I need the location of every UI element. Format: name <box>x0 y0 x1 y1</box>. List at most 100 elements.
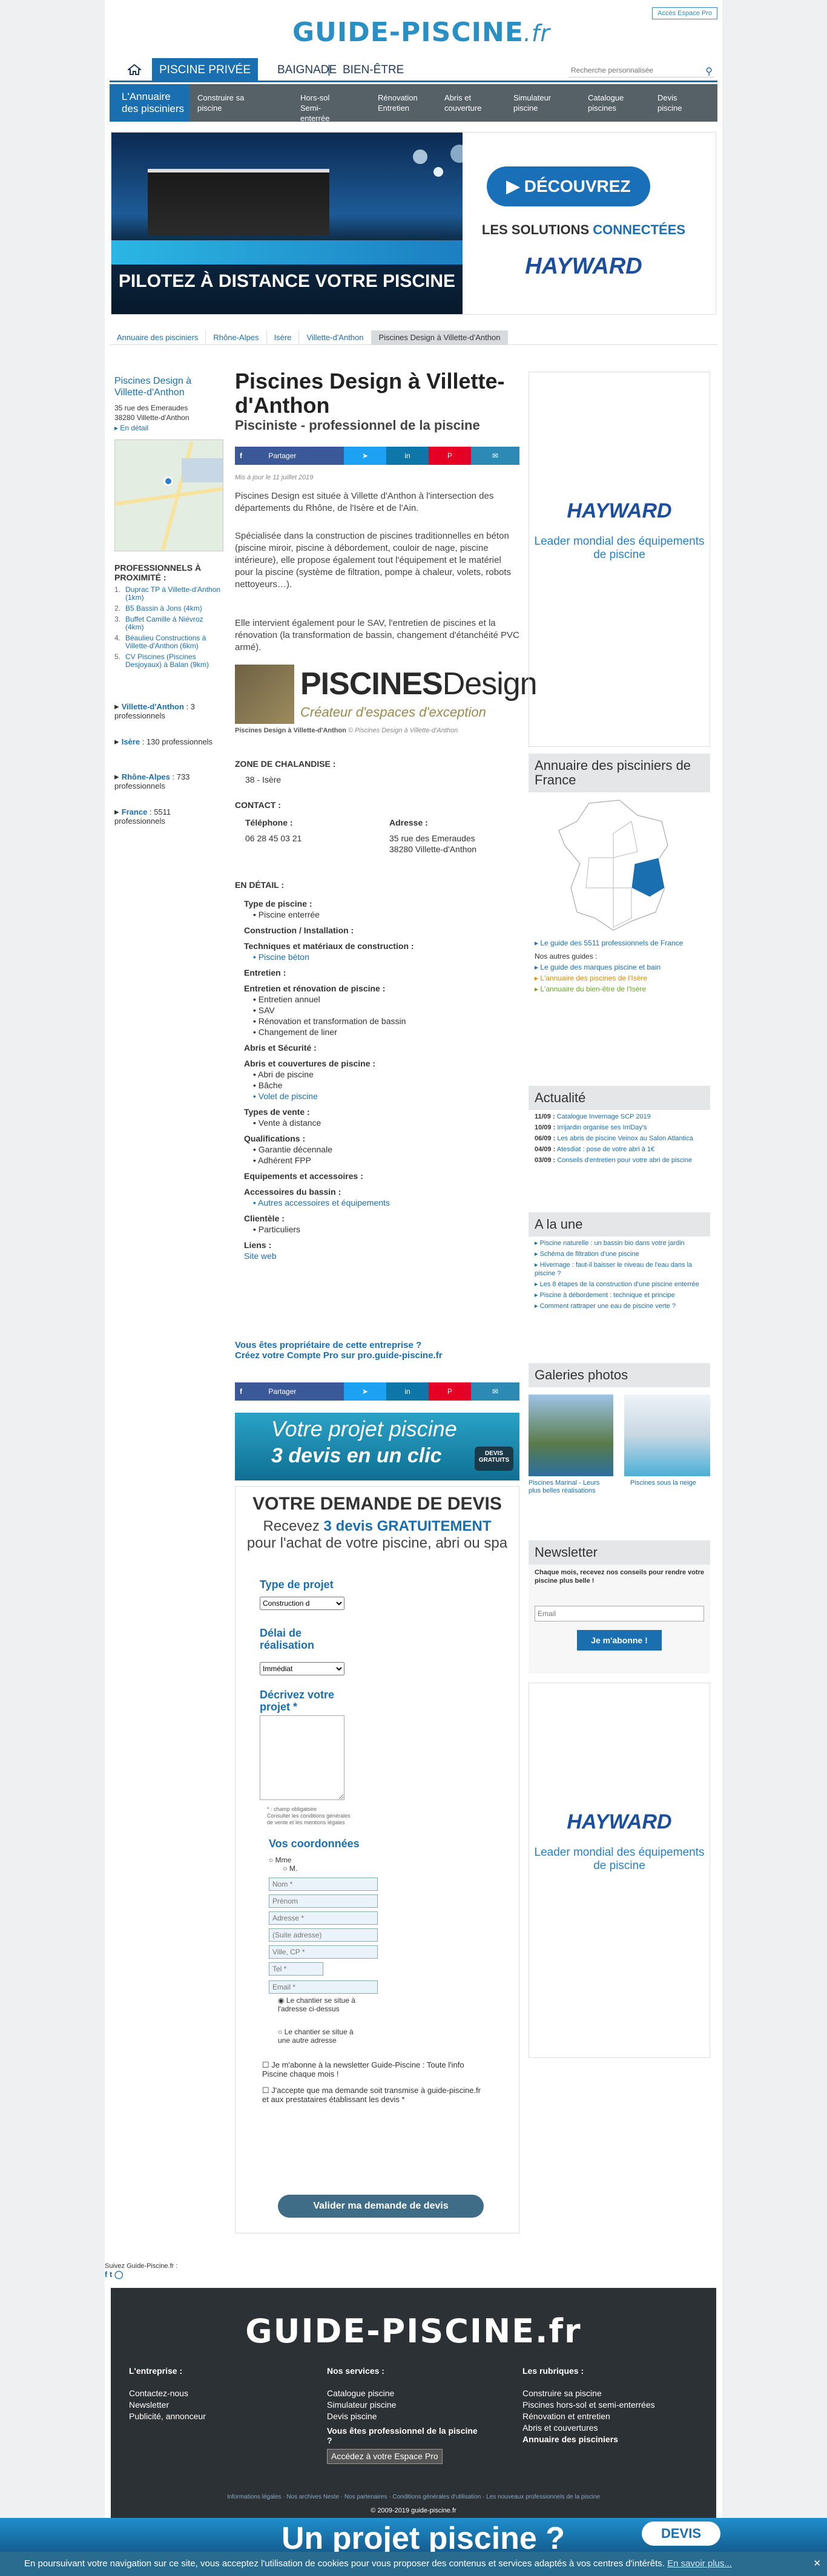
company-name-link[interactable]: Piscines Design à Villette-d'Anthon <box>114 375 223 398</box>
submit-devis-button[interactable]: Valider ma demande de devis <box>278 2195 484 2218</box>
une-item[interactable]: ▸ Piscine à débordement : technique et p… <box>535 1291 704 1300</box>
hayward-banner[interactable]: PILOTEZ À DISTANCE VOTRE PISCINE ▶ DÉCOU… <box>111 132 716 315</box>
search-icon[interactable]: ⚲ <box>705 65 713 77</box>
hayward-ad-1[interactable]: HAYWARD Leader mondial des équipements d… <box>529 372 710 747</box>
zone-link[interactable]: Rhône-Alpes <box>122 772 170 781</box>
other-guide-link[interactable]: ▸ L'annuaire du bien-être de l'Isère <box>535 985 704 993</box>
footer-espace-pro-button[interactable]: Accédez à votre Espace Pro <box>327 2449 443 2464</box>
email-icon[interactable]: ✉ <box>471 447 519 465</box>
name-input[interactable] <box>269 1878 378 1891</box>
nearby-item[interactable]: 1. Duprac TP à Villette-d'Anthon (1km) <box>114 586 223 602</box>
newsletter-email-input[interactable] <box>535 1606 704 1622</box>
firstname-input[interactable] <box>269 1894 378 1908</box>
twitter-icon[interactable]: ➤ <box>344 1382 386 1401</box>
civility-radio[interactable]: ○ Mme ○ M. <box>269 1856 297 1873</box>
facebook-share-button[interactable]: f Partager <box>235 1382 344 1401</box>
actualite-item[interactable]: 10/09 : Irrijardin organise ses IrriDay'… <box>535 1123 704 1132</box>
footer-link[interactable]: Construire sa piscine <box>522 2388 655 2399</box>
gallery-photo-1[interactable] <box>529 1395 613 1476</box>
bottom-devis-button[interactable]: DEVIS <box>642 2522 720 2546</box>
actualite-item[interactable]: 06/09 : Les abris de piscine Veinox au S… <box>535 1134 704 1143</box>
delai-select[interactable]: Immédiat <box>260 1662 344 1675</box>
une-item[interactable]: ▸ Les 8 étapes de la construction d'une … <box>535 1280 704 1289</box>
other-guide-link[interactable]: ▸ Le guide des marques piscine et bain <box>535 963 704 971</box>
address2-input[interactable] <box>269 1928 378 1942</box>
breadcrumb-item[interactable]: Isère <box>267 330 300 345</box>
chantier-radio-1[interactable]: ◉ Le chantier se situe à l'adresse ci-de… <box>278 1996 363 2013</box>
hayward-ad-2[interactable]: HAYWARD Leader mondial des équipements d… <box>529 1683 710 2058</box>
desc-textarea[interactable] <box>260 1715 344 1800</box>
footer-logo[interactable]: GUIDE-PISCINE.fr <box>111 2312 716 2350</box>
city-input[interactable] <box>269 1945 378 1959</box>
newsletter-subscribe-button[interactable]: Je m'abonne ! <box>577 1630 662 1651</box>
gallery-caption-2[interactable]: Piscines sous la neige <box>630 1479 710 1487</box>
search-input[interactable] <box>568 63 714 77</box>
accept-checkbox[interactable]: ☐ J'accepte que ma demande soit transmis… <box>262 2086 486 2104</box>
tab-bien-etre[interactable]: BIEN-ÊTRE <box>335 58 411 82</box>
footer-link[interactable]: Publicité, annonceur <box>129 2411 206 2422</box>
une-item[interactable]: ▸ Comment rattraper une eau de piscine v… <box>535 1302 704 1310</box>
linkedin-icon[interactable]: in <box>386 447 429 465</box>
subnav-simulateur[interactable]: Simulateur piscine <box>513 93 562 113</box>
twitter-icon[interactable]: t <box>110 2270 112 2279</box>
detail-item[interactable]: Site web <box>244 1250 529 1261</box>
footer-link[interactable]: Catalogue piscine <box>327 2388 484 2399</box>
location-map[interactable] <box>114 439 223 551</box>
linkedin-icon[interactable]: in <box>386 1382 429 1401</box>
facebook-icon[interactable]: f <box>105 2270 107 2279</box>
newsletter-checkbox[interactable]: ☐ Je m'abonne à la newsletter Guide-Pisc… <box>262 2060 486 2078</box>
other-guide-link[interactable]: ▸ L'annuaire des piscines de l'Isère <box>535 974 704 982</box>
type-select[interactable]: Construction d <box>260 1597 344 1610</box>
gallery-photo-2[interactable] <box>624 1395 710 1476</box>
footer-link[interactable]: Rénovation et entretien <box>522 2411 655 2422</box>
instagram-icon[interactable]: ◯ <box>114 2270 124 2279</box>
footer-link[interactable]: Annuaire des pisciniers <box>522 2434 655 2445</box>
une-item[interactable]: ▸ Hivernage : faut-il baisser le niveau … <box>535 1261 704 1278</box>
une-item[interactable]: ▸ Schéma de filtration d'une piscine <box>535 1250 704 1258</box>
zone-link[interactable]: Villette-d'Anthon <box>122 702 184 711</box>
footer-link[interactable]: Abris et couvertures <box>522 2422 655 2434</box>
owner-cta[interactable]: Vous êtes propriétaire de cette entrepri… <box>235 1340 519 1361</box>
zone-link[interactable]: Isère <box>122 737 140 746</box>
address-input[interactable] <box>269 1911 378 1925</box>
subnav-abris[interactable]: Abris et couverture <box>444 93 493 113</box>
detail-item[interactable]: Autres accessoires et équipements <box>244 1197 529 1208</box>
une-item[interactable]: ▸ Piscine naturelle : un bassin bio dans… <box>535 1239 704 1247</box>
france-map[interactable] <box>553 797 674 936</box>
subnav-hors-sol[interactable]: Hors-sol Semi-enterrée <box>300 93 349 123</box>
subnav-catalogue[interactable]: Catalogue piscines <box>588 93 636 113</box>
actualite-item[interactable]: 04/09 : Atesdiat : pose de votre abri à … <box>535 1145 704 1154</box>
nearby-item[interactable]: 2. B5 Bassin à Jons (4km) <box>114 605 223 613</box>
tab-piscine-privee[interactable]: PISCINE PRIVÉE <box>152 58 258 82</box>
subnav-annuaire[interactable]: L'Annuaire des pisciniers <box>110 84 189 122</box>
twitter-icon[interactable]: ➤ <box>344 447 386 465</box>
actualite-item[interactable]: 03/09 : Conseils d'entretien pour votre … <box>535 1156 704 1165</box>
breadcrumb-item[interactable]: Annuaire des pisciniers <box>110 330 206 345</box>
gallery-caption-1[interactable]: Piscines Marinal - Leurs plus belles réa… <box>529 1479 613 1495</box>
subnav-devis[interactable]: Devis piscine <box>657 93 694 113</box>
detail-link[interactable]: ▸ En détail <box>114 424 223 432</box>
facebook-share-button[interactable]: f Partager <box>235 447 344 465</box>
detail-item[interactable]: Piscine béton <box>244 951 529 962</box>
footer-link[interactable]: Piscines hors-sol et semi-enterrées <box>522 2399 655 2411</box>
email-input[interactable] <box>269 1980 378 1994</box>
breadcrumb-item[interactable]: Rhône-Alpes <box>206 330 267 345</box>
espace-pro-button[interactable]: Accès Espace Pro <box>652 7 717 19</box>
cookie-more-link[interactable]: En savoir plus... <box>667 2558 732 2569</box>
footer-link[interactable]: Simulateur piscine <box>327 2399 484 2411</box>
zone-link[interactable]: France <box>122 807 148 816</box>
close-icon[interactable]: ✕ <box>813 2552 821 2576</box>
site-logo[interactable]: GUIDE-PISCINE.fr <box>292 17 550 48</box>
devis-promo-banner[interactable]: Votre projet piscine 3 devis en un clic … <box>235 1413 519 1480</box>
footer-link[interactable]: Devis piscine <box>327 2411 484 2422</box>
chantier-radio-2[interactable]: ○ Le chantier se situe à une autre adres… <box>278 2028 363 2045</box>
tab-baignade[interactable]: BAIGNADE <box>270 58 344 82</box>
subnav-renovation[interactable]: Rénovation Entretien <box>378 93 426 113</box>
footer-link[interactable]: Contactez-nous <box>129 2388 206 2399</box>
actualite-item[interactable]: 11/09 : Catalogue Invernage SCP 2019 <box>535 1112 704 1121</box>
detail-item[interactable]: Volet de piscine <box>244 1091 529 1102</box>
subnav-construire[interactable]: Construire sa piscine <box>197 93 246 113</box>
email-icon[interactable]: ✉ <box>471 1382 519 1401</box>
home-icon[interactable] <box>128 64 141 75</box>
pinterest-icon[interactable]: P <box>429 447 471 465</box>
